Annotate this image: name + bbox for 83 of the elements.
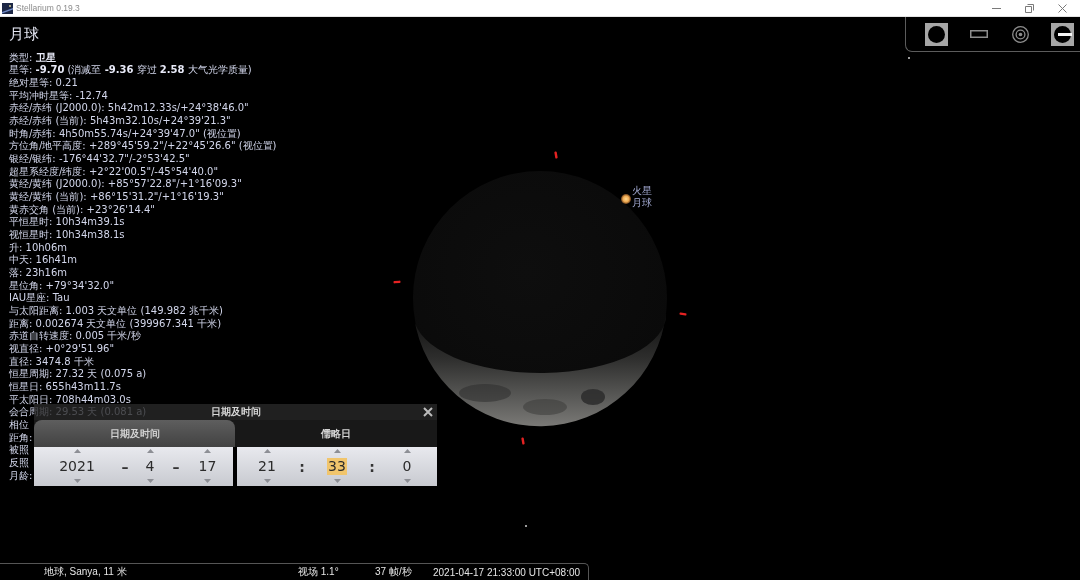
close-button[interactable]	[423, 407, 433, 417]
spin-field[interactable]: 2021	[58, 457, 96, 475]
planet-dot-icon	[621, 194, 631, 204]
spin-field[interactable]: 4	[144, 457, 156, 475]
info-line: 绝对星等: 0.21	[9, 76, 78, 90]
object-title: 月球	[9, 25, 39, 43]
up-arrow-icon[interactable]	[204, 449, 211, 453]
info-line: 黄赤交角 (当前): +23°26'14.4"	[9, 203, 155, 217]
filled-circle-icon	[928, 25, 945, 43]
minimize-icon	[992, 7, 1001, 9]
info-line: 方位角/地平高度: +289°45'59.2"/+22°45'26.6" (视位置)	[9, 140, 277, 153]
up-arrow-icon[interactable]	[73, 449, 81, 453]
toggle-button[interactable]	[1051, 22, 1074, 46]
date-separator: –	[172, 458, 180, 475]
window-title: Stellarium 0.19.3	[16, 3, 80, 13]
info-line: 超星系经度/纬度: +2°22'00.5"/-45°54'40.0"	[9, 165, 219, 178]
info-line: 平均冲时星等: -12.74	[9, 89, 108, 102]
info-line: 类型: 卫星	[9, 51, 56, 65]
info-line: 恒星周期: 27.32 天 (0.075 a)	[9, 368, 147, 381]
info-line: 星位角: +79°34'32.0"	[9, 279, 114, 292]
info-line: 赤道自转速度: 0.005 千米/秒	[9, 330, 141, 343]
app-icon	[2, 2, 13, 14]
down-arrow-icon[interactable]	[333, 479, 341, 483]
field-of-view-label: 视场 1.1°	[298, 565, 339, 579]
rectangle-icon	[969, 30, 988, 38]
up-arrow-icon[interactable]	[333, 449, 341, 453]
info-line: 恒星日: 655h43m11.7s	[9, 380, 121, 394]
down-arrow-icon[interactable]	[73, 479, 81, 483]
toggle-button[interactable]	[925, 22, 948, 46]
info-line: 升: 10h06m	[9, 241, 68, 254]
info-line: 月龄:	[9, 469, 33, 483]
close-icon	[1058, 3, 1067, 13]
down-arrow-icon[interactable]	[263, 479, 271, 483]
info-line: IAU星座: Tau	[9, 292, 70, 305]
info-line: 时角/赤纬: 4h50m55.74s/+24°39'47.0" (视位置)	[9, 127, 241, 140]
info-line: 黄经/黄纬 (J2000.0): +85°57'22.8"/+1°16'09.3"	[9, 178, 242, 191]
concentric-circles-icon	[1012, 25, 1029, 43]
info-line: 与太阳距离: 1.003 天文单位 (149.982 兆千米)	[9, 304, 223, 318]
tab[interactable]: 儒略日	[235, 420, 437, 447]
pointer-mark-icon	[521, 437, 525, 445]
dialog-title: 日期及时间	[210, 405, 261, 419]
info-line: 被照	[9, 444, 29, 457]
down-arrow-icon[interactable]	[204, 479, 211, 483]
info-line: 相位	[9, 419, 29, 432]
spin-field[interactable]: 0	[401, 457, 413, 475]
date-time-label: 2021-04-17 21:33:00 UTC+08:00	[433, 566, 581, 578]
info-line: 平恒星时: 10h34m39.1s	[9, 216, 125, 229]
info-line: 直径: 3474.8 千米	[9, 355, 94, 368]
close-icon	[423, 407, 433, 417]
location-label: 地球, Sanya, 11 米	[44, 565, 127, 579]
info-line: 中天: 16h41m	[9, 254, 78, 267]
sky-object-label: 月球	[632, 196, 652, 208]
time-separator: :	[299, 458, 305, 475]
spin-field[interactable]: 21	[257, 457, 277, 475]
tab[interactable]: 日期及时间	[34, 420, 235, 447]
info-line: 赤经/赤纬 (当前): 5h43m32.10s/+24°39'21.3"	[9, 114, 231, 128]
info-line: 距离: 0.002674 天文单位 (399967.341 千米)	[9, 317, 222, 330]
info-line: 落: 23h16m	[9, 266, 68, 280]
info-line: 视直径: +0°29'51.96"	[9, 342, 114, 356]
info-line: 银经/银纬: -176°44'32.7"/-2°53'42.5"	[9, 152, 190, 166]
up-arrow-icon[interactable]	[146, 449, 154, 453]
up-arrow-icon[interactable]	[263, 449, 271, 453]
spin-field[interactable]: 33	[327, 457, 347, 475]
time-separator: :	[369, 458, 375, 475]
spin-field[interactable]: 17	[197, 457, 218, 475]
info-line: 星等: -9.70 (消减至 -9.36 穿过 2.58 大气光学质量)	[9, 64, 252, 77]
frame-rate-label: 37 帧/秒	[375, 565, 412, 579]
up-arrow-icon[interactable]	[403, 449, 411, 453]
info-line: 赤经/赤纬 (J2000.0): 5h42m12.33s/+24°38'46.0"	[9, 102, 249, 115]
info-line: 平太阳日: 708h44m03.0s	[9, 393, 131, 406]
pointer-mark-icon	[679, 312, 687, 316]
pointer-mark-icon	[554, 151, 558, 159]
pointer-mark-icon	[393, 280, 401, 284]
down-arrow-icon[interactable]	[146, 479, 154, 483]
info-line: 距角:	[9, 431, 33, 444]
info-line: 反照	[9, 457, 29, 470]
date-separator: –	[121, 458, 129, 475]
sky-object-label: 火星	[632, 185, 652, 197]
info-line: 视恒星时: 10h34m38.1s	[9, 228, 125, 242]
down-arrow-icon[interactable]	[403, 479, 411, 483]
info-line: 黄经/黄纬 (当前): +86°15'31.2"/+1°16'19.3"	[9, 190, 224, 204]
restore-icon	[1025, 3, 1034, 13]
circle-bar-icon	[1053, 25, 1072, 43]
